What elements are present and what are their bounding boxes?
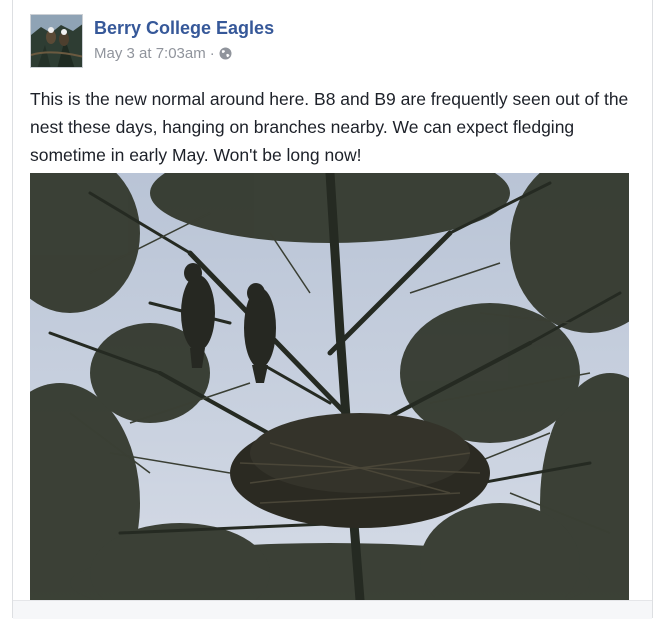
post-meta: May 3 at 7:03am · bbox=[94, 45, 232, 62]
post-timestamp[interactable]: May 3 at 7:03am bbox=[94, 45, 206, 62]
meta-separator: · bbox=[209, 45, 215, 62]
page-avatar[interactable] bbox=[30, 14, 83, 68]
post-header: Berry College Eagles May 3 at 7:03am · bbox=[30, 14, 630, 70]
post-footer-divider bbox=[13, 600, 652, 619]
feed-post: Berry College Eagles May 3 at 7:03am · T… bbox=[12, 0, 653, 619]
globe-icon[interactable] bbox=[219, 47, 232, 60]
page-name-link[interactable]: Berry College Eagles bbox=[94, 18, 274, 39]
eagle-nest-photo[interactable] bbox=[30, 173, 629, 600]
post-text: This is the new normal around here. B8 a… bbox=[30, 89, 629, 165]
